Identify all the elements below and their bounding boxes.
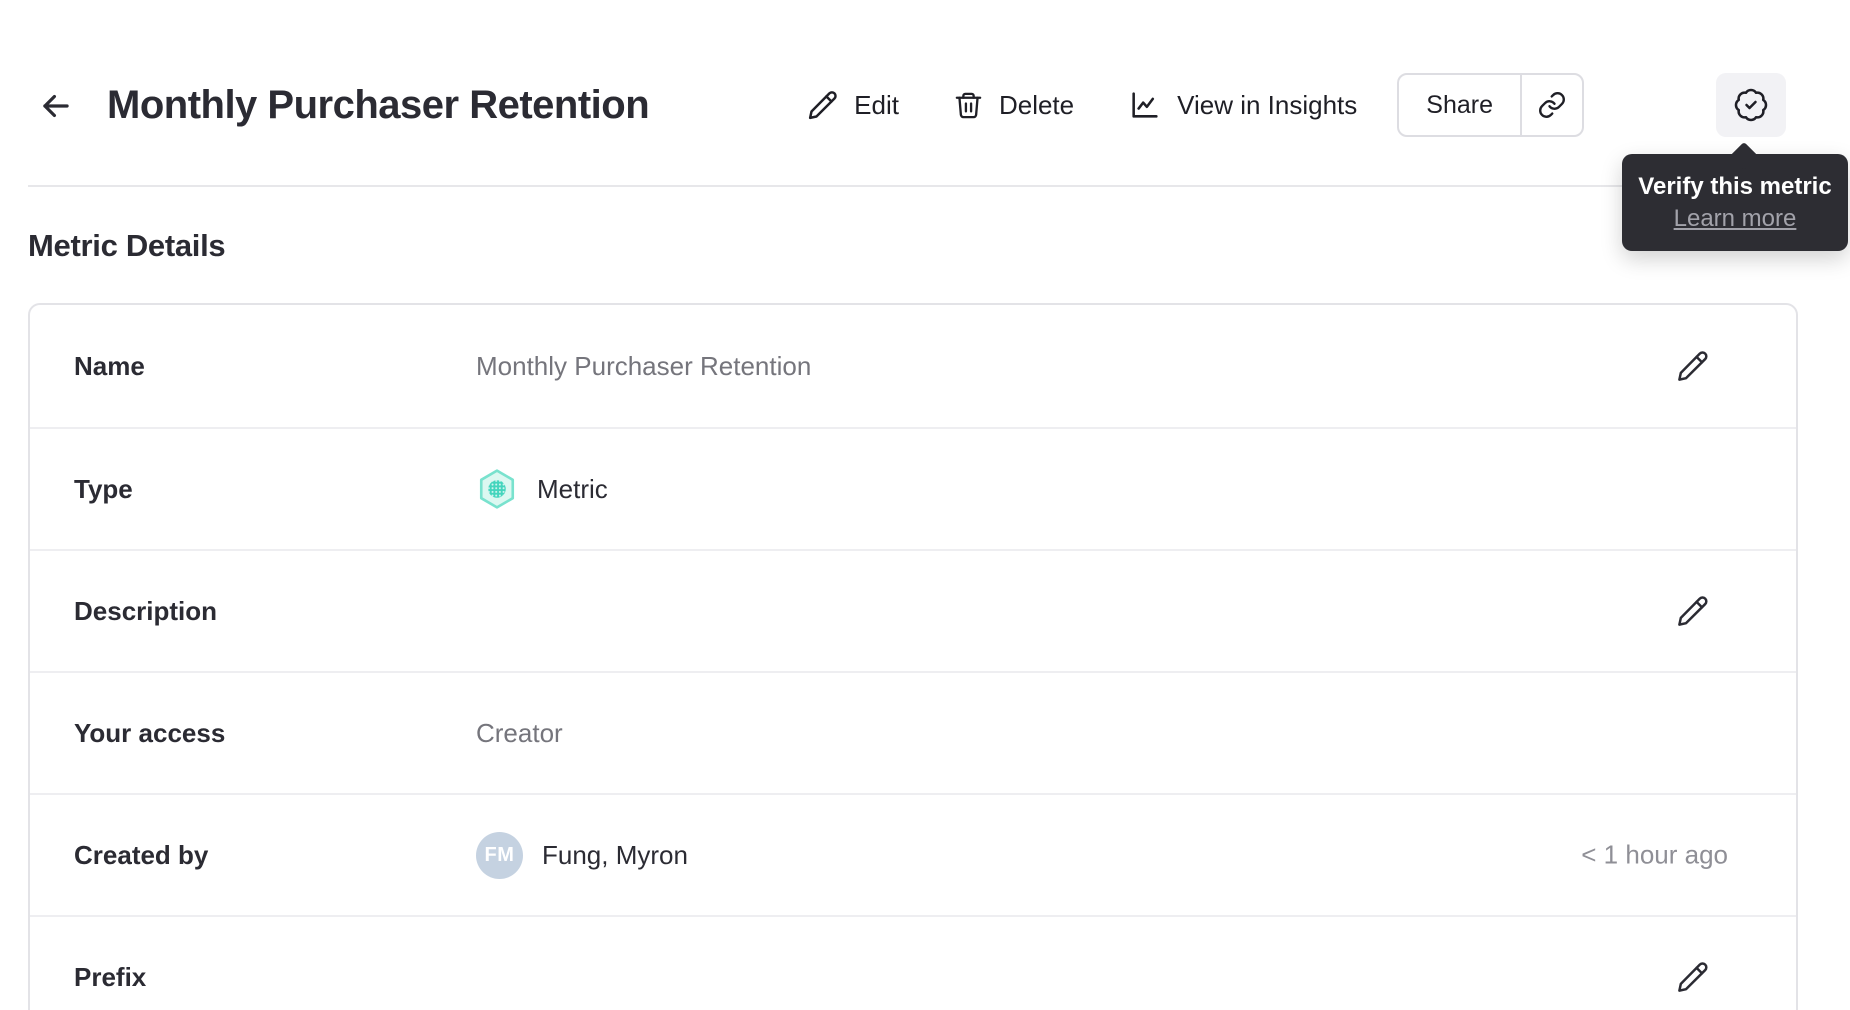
pencil-icon — [806, 89, 839, 122]
edit-description-button[interactable] — [1670, 589, 1714, 633]
share-button[interactable]: Share — [1397, 73, 1522, 137]
edit-button[interactable]: Edit — [806, 89, 899, 122]
row-label: Your access — [74, 717, 226, 748]
row-label: Type — [74, 473, 133, 504]
view-in-insights-label: View in Insights — [1177, 89, 1358, 120]
row-label: Prefix — [74, 961, 147, 992]
copy-link-button[interactable] — [1520, 73, 1584, 137]
metric-hexagon-icon — [476, 468, 518, 510]
avatar: FM — [476, 831, 523, 879]
row-value: Monthly Purchaser Retention — [476, 350, 812, 381]
detail-row-your-access: Your access Creator — [30, 671, 1796, 793]
row-label: Description — [74, 595, 218, 626]
arrow-left-icon — [37, 87, 75, 125]
view-in-insights-button[interactable]: View in Insights — [1128, 88, 1357, 122]
learn-more-link[interactable]: Learn more — [1674, 205, 1797, 233]
delete-label: Delete — [998, 89, 1075, 120]
row-value: Fung, Myron — [542, 839, 688, 870]
share-button-group: Share — [1397, 73, 1584, 137]
tooltip-title: Verify this metric — [1638, 173, 1832, 200]
row-value: Creator — [476, 717, 563, 748]
page-title: Monthly Purchaser Retention — [107, 83, 650, 127]
edit-name-button[interactable] — [1670, 344, 1714, 388]
verified-badge-icon — [1733, 87, 1769, 123]
row-value: Metric — [537, 473, 608, 504]
created-timestamp: < 1 hour ago — [1581, 839, 1728, 870]
trash-icon — [953, 90, 984, 121]
section-heading: Metric Details — [28, 228, 226, 263]
detail-row-prefix: Prefix — [30, 915, 1796, 1010]
row-label: Name — [74, 350, 145, 381]
pencil-icon — [1675, 349, 1710, 384]
link-icon — [1537, 90, 1567, 120]
pencil-icon — [1675, 960, 1710, 995]
share-label: Share — [1426, 90, 1493, 119]
row-label: Created by — [74, 839, 209, 870]
verify-metric-button[interactable] — [1716, 73, 1786, 137]
pencil-icon — [1675, 594, 1710, 629]
detail-row-description: Description — [30, 549, 1796, 671]
header-toolbar: Edit Delete View in Insights Share — [806, 72, 1786, 138]
detail-row-name: Name Monthly Purchaser Retention — [30, 305, 1796, 427]
metric-details-page: Monthly Purchaser Retention Edit Delete — [0, 0, 1850, 1010]
line-chart-icon — [1128, 88, 1162, 122]
edit-label: Edit — [854, 89, 899, 120]
edit-prefix-button[interactable] — [1670, 955, 1714, 999]
header-divider — [28, 185, 1798, 187]
metric-details-card: Name Monthly Purchaser Retention Type Me… — [28, 303, 1798, 1010]
delete-button[interactable]: Delete — [953, 90, 1074, 121]
detail-row-created-by: Created by FM Fung, Myron < 1 hour ago — [30, 793, 1796, 915]
verify-metric-tooltip: Verify this metric Learn more — [1622, 154, 1848, 252]
back-button[interactable] — [34, 84, 78, 128]
detail-row-type: Type Metric — [30, 427, 1796, 549]
